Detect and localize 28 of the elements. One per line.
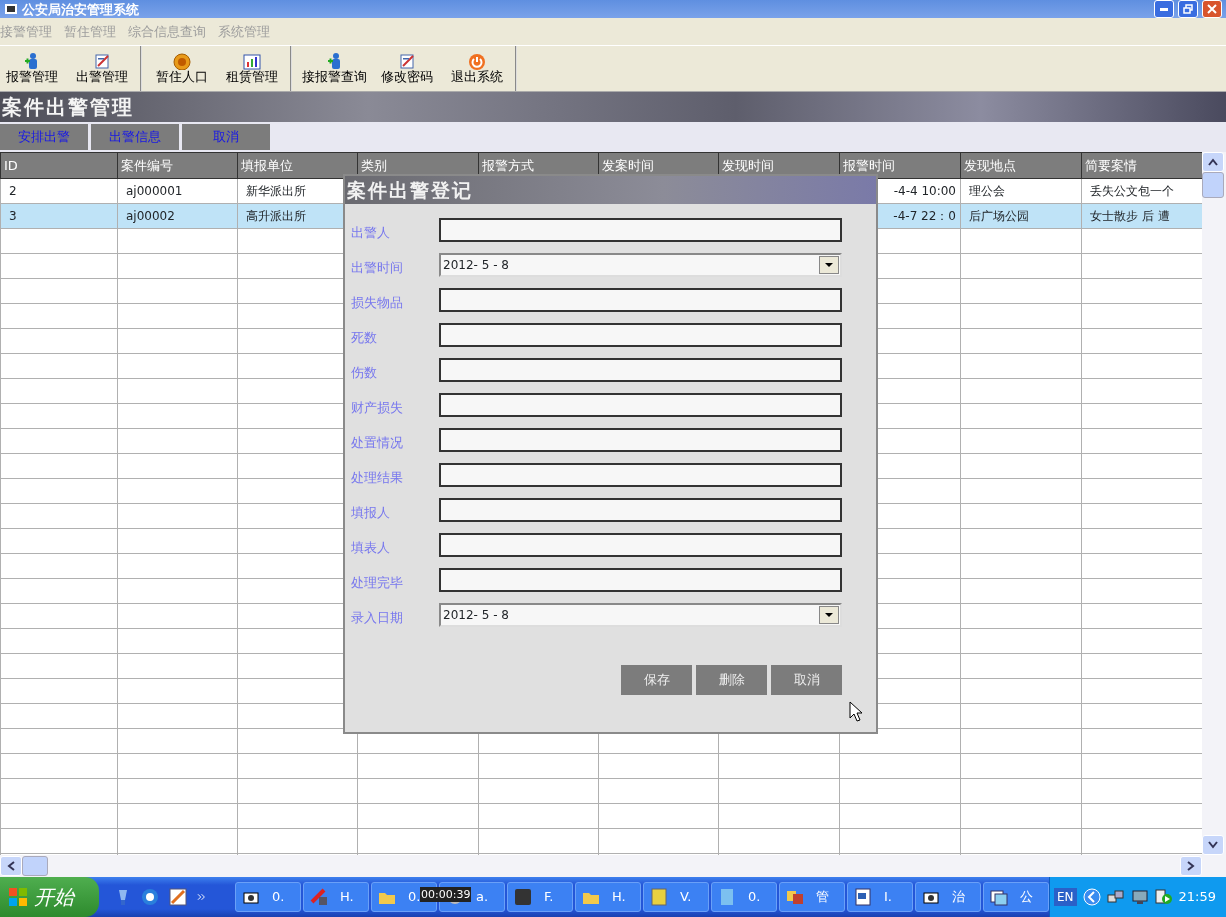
field-label: 处置情况 bbox=[351, 434, 404, 453]
clock: 21:59 bbox=[1178, 888, 1216, 907]
table-cell: 3 bbox=[9, 209, 17, 223]
dialog-title: 案件出警登记 bbox=[347, 177, 473, 203]
table-cell: 高升派出所 bbox=[246, 209, 306, 223]
field-label: 录入日期 bbox=[351, 609, 404, 628]
table-cell: -4-4 10:00 bbox=[893, 184, 956, 198]
table-cell: aj000001 bbox=[126, 184, 183, 198]
table-cell: 理公会 bbox=[969, 184, 1005, 198]
field-label: 出警时间 bbox=[351, 259, 404, 278]
table-cell: -4-7 22：0 bbox=[893, 209, 956, 223]
table-cell: 后广场公园 bbox=[969, 209, 1029, 223]
field-label: 财产损失 bbox=[351, 399, 404, 418]
window-title: 公安局治安管理系统 bbox=[22, 2, 139, 16]
field-label: 填表人 bbox=[351, 539, 391, 558]
field-label: 损失物品 bbox=[351, 294, 404, 313]
table-cell: 2 bbox=[9, 184, 17, 198]
field-label: 处理结果 bbox=[351, 469, 404, 488]
table-cell: 女士散步 后 遭 bbox=[1090, 209, 1170, 223]
tooltip: 00:00:39 bbox=[420, 887, 472, 903]
field-label: 死数 bbox=[351, 329, 378, 348]
field-label: 伤数 bbox=[351, 364, 378, 383]
table-cell: 新华派出所 bbox=[246, 184, 306, 198]
field-label: 处理完毕 bbox=[351, 574, 404, 593]
field-label: 填报人 bbox=[351, 504, 391, 523]
table-cell: aj00002 bbox=[126, 209, 175, 223]
banner-title: 案件出警管理 bbox=[2, 94, 134, 121]
table-cell: 丢失公文包一个 bbox=[1090, 184, 1174, 198]
